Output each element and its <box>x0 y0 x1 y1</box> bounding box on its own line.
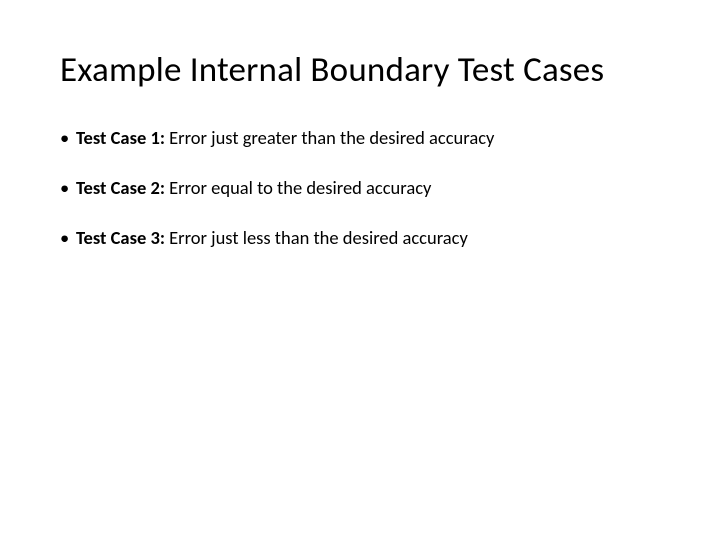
list-item: Test Case 1: Error just greater than the… <box>60 126 660 150</box>
item-label: Test Case 1: <box>76 126 165 149</box>
slide-title: Example Internal Boundary Test Cases <box>60 50 660 90</box>
bullet-list: Test Case 1: Error just greater than the… <box>60 126 660 250</box>
item-desc: Error just greater than the desired accu… <box>165 126 494 149</box>
list-item: Test Case 3: Error just less than the de… <box>60 226 660 250</box>
item-label: Test Case 3: <box>76 226 165 249</box>
list-item: Test Case 2: Error equal to the desired … <box>60 176 660 200</box>
item-desc: Error just less than the desired accurac… <box>165 226 468 249</box>
item-desc: Error equal to the desired accuracy <box>165 176 431 199</box>
slide: Example Internal Boundary Test Cases Tes… <box>0 0 720 540</box>
item-label: Test Case 2: <box>76 176 165 199</box>
